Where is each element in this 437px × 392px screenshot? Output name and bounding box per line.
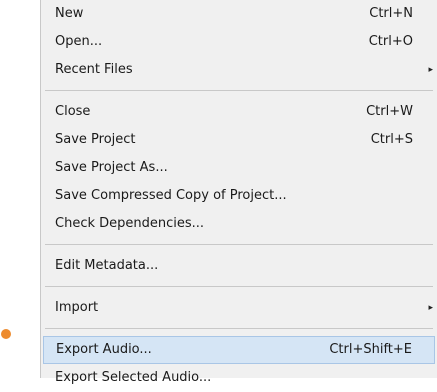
menu-item-label: Close [55,104,91,119]
menu-item-save-project[interactable]: Save Project Ctrl+S [41,126,437,154]
menu-item-label: Export Audio... [56,342,152,357]
menu-item-shortcut: Ctrl+W [366,104,413,119]
menu-item-label: Edit Metadata... [55,258,159,273]
menu-item-label: Recent Files [55,62,133,77]
menu-item-close[interactable]: Close Ctrl+W [41,98,437,126]
menu-separator [45,328,433,329]
menu-item-shortcut: Ctrl+Shift+E [329,342,412,357]
menu-item-export-selected-audio[interactable]: Export Selected Audio... [41,364,437,392]
menu-item-label: Import [55,300,99,315]
menu-item-label: Open... [55,34,103,49]
menu-item-save-project-as[interactable]: Save Project As... [41,154,437,182]
menu-item-label: Export Selected Audio... [55,370,212,385]
menu-item-edit-metadata[interactable]: Edit Metadata... [41,252,437,280]
menu-item-shortcut: Ctrl+O [368,34,413,49]
file-menu: New Ctrl+N Open... Ctrl+O Recent Files ▸… [40,0,437,385]
menu-separator [45,90,433,91]
menu-item-shortcut: Ctrl+S [370,132,413,147]
menu-item-recent-files[interactable]: Recent Files ▸ [41,56,437,84]
menu-item-import[interactable]: Import ▸ [41,294,437,322]
menu-item-shortcut: Ctrl+N [369,6,413,21]
menu-item-label: Check Dependencies... [55,216,205,231]
menu-item-export-audio[interactable]: Export Audio... Ctrl+Shift+E [43,336,435,364]
menu-item-label: Save Project [55,132,136,147]
menu-item-label: Save Project As... [55,160,168,175]
menu-item-label: New [55,6,84,21]
menu-item-label: Save Compressed Copy of Project... [55,188,287,203]
menu-separator [45,286,433,287]
menu-item-new[interactable]: New Ctrl+N [41,0,437,28]
menu-item-check-dependencies[interactable]: Check Dependencies... [41,210,437,238]
menu-item-save-compressed-copy[interactable]: Save Compressed Copy of Project... [41,182,437,210]
submenu-arrow-icon: ▸ [428,303,433,313]
submenu-arrow-icon: ▸ [428,65,433,75]
menu-item-open[interactable]: Open... Ctrl+O [41,28,437,56]
pointer-dot-icon [1,329,11,339]
menu-separator [45,244,433,245]
